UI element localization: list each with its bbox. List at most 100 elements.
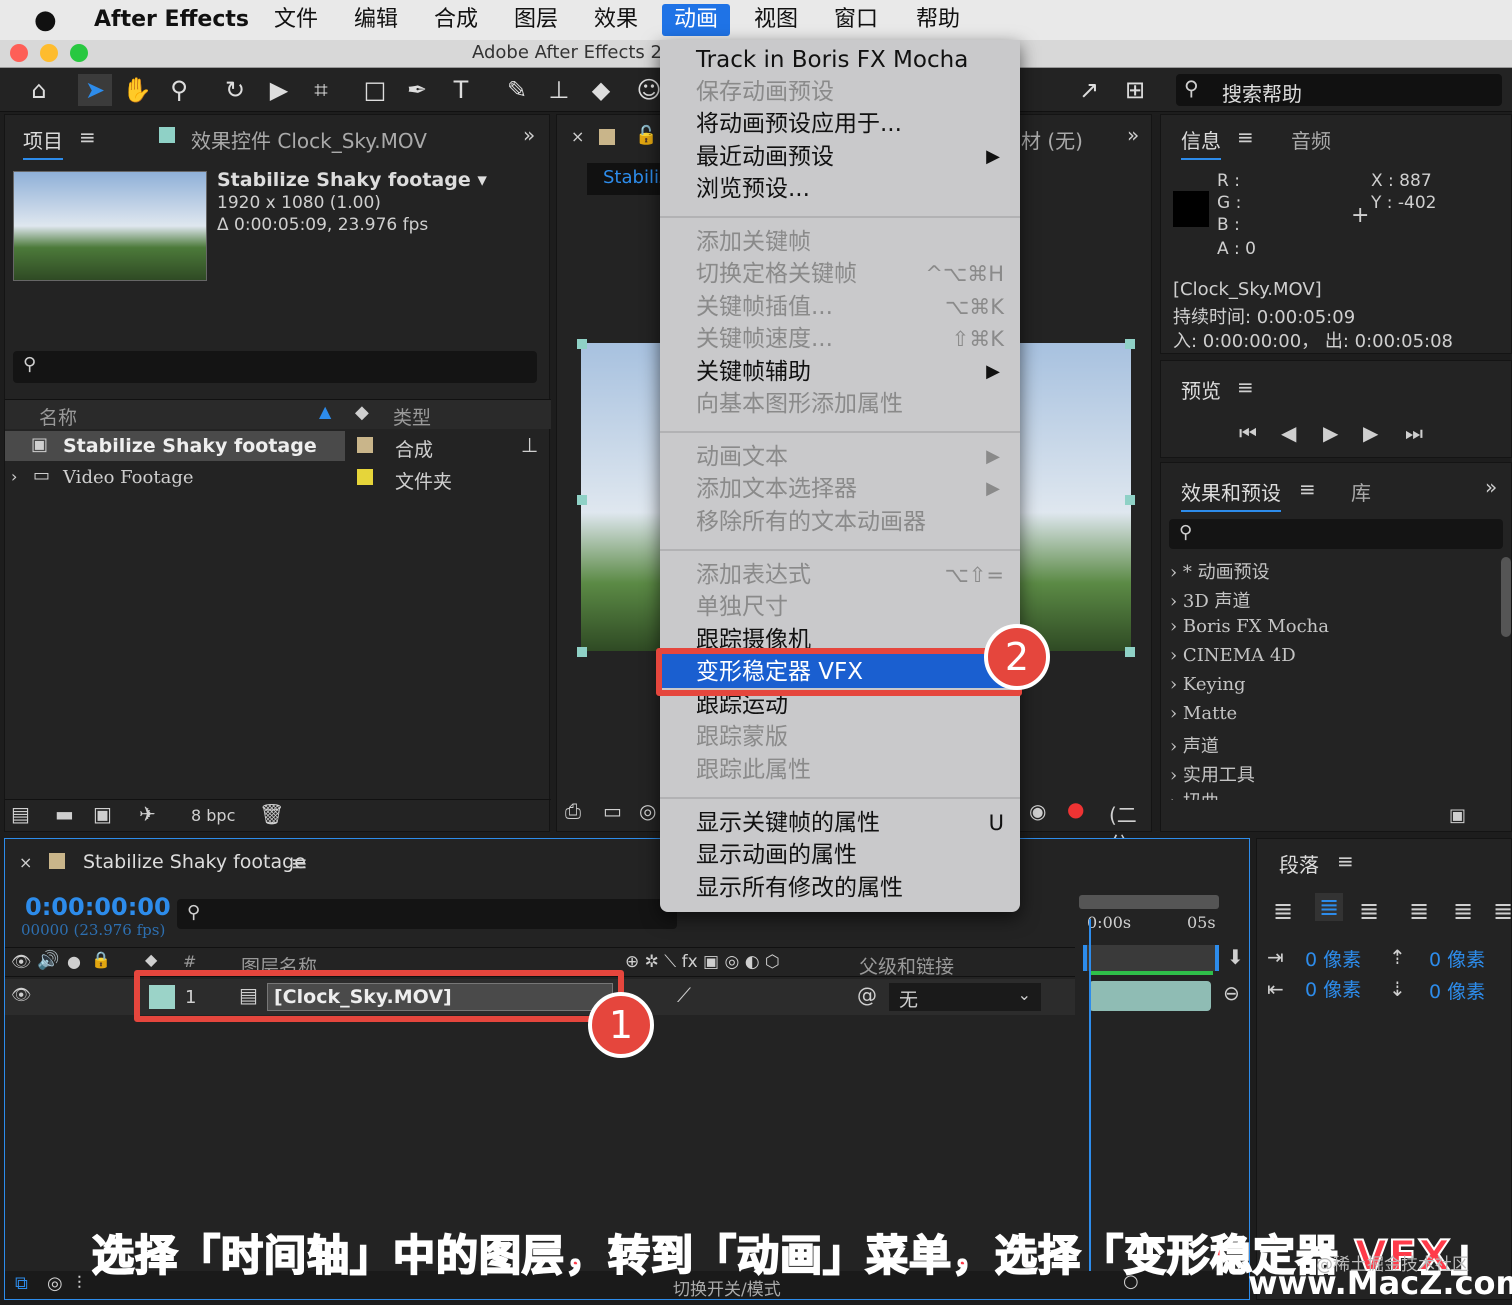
effects-item[interactable]: › 声道 [1170, 732, 1219, 758]
quality-icon[interactable]: ⟋ [677, 983, 691, 1007]
scrollbar[interactable] [1501, 557, 1511, 637]
solo-icon[interactable]: ● [67, 952, 81, 971]
audio-icon[interactable]: 🔊 [37, 950, 59, 971]
home-icon[interactable]: ⌂ [22, 74, 56, 106]
project-item-folder[interactable]: › ▭ Video Footage 文件夹 [5, 463, 525, 493]
tab-effects-presets[interactable]: 效果和预设 [1181, 477, 1281, 512]
panel-menu-icon[interactable]: ≡ [1299, 477, 1316, 501]
menu-view[interactable]: 视图 [742, 4, 810, 36]
effects-search-input[interactable]: ⚲ [1169, 519, 1503, 549]
align-right-icon[interactable]: ≣ [1359, 897, 1379, 925]
col-name[interactable]: 名称 [39, 403, 77, 430]
play-icon[interactable]: ▶ [1323, 421, 1338, 445]
panel-menu-icon[interactable]: ≡ [79, 125, 96, 149]
hand-tool-icon[interactable]: ✋ [120, 74, 154, 106]
col-type[interactable]: 类型 [393, 403, 431, 430]
zoom-window-button[interactable] [70, 44, 88, 62]
menu-file[interactable]: 文件 [262, 4, 330, 36]
space-before-value[interactable]: 0 像素 [1429, 945, 1485, 972]
effects-item[interactable]: › Matte [1170, 703, 1237, 724]
col-parent[interactable]: 父级和链接 [859, 952, 954, 979]
snapshot-icon[interactable]: ⎙ [565, 799, 581, 823]
eraser-tool-icon[interactable]: ◆ [584, 74, 618, 106]
menu-window[interactable]: 窗口 [822, 4, 890, 36]
menu-item-2[interactable]: 将动画预设应用于... [696, 108, 902, 140]
monitor-icon[interactable]: ▭ [603, 799, 622, 823]
tab-project[interactable]: 项目 [23, 125, 63, 160]
transform-handle[interactable] [577, 495, 587, 505]
frame-blend-icon[interactable]: ⫶ [77, 1273, 82, 1294]
effects-item[interactable]: › Keying [1170, 674, 1246, 695]
eye-icon[interactable]: 👁 [11, 985, 31, 1004]
type-tool-icon[interactable]: T [444, 74, 478, 106]
last-frame-icon[interactable]: ⏭ [1405, 421, 1423, 445]
expand-panels-icon[interactable]: » [1485, 475, 1497, 499]
new-bin-icon[interactable]: ▣ [1449, 805, 1466, 826]
next-frame-icon[interactable]: ▶ [1363, 421, 1378, 445]
menu-item-0[interactable]: Track in Boris FX Mocha [696, 44, 968, 76]
align-left-icon[interactable]: ≣ [1273, 897, 1293, 925]
project-item-comp[interactable]: ▣ Stabilize Shaky footage [5, 431, 345, 461]
menu-item-4[interactable]: 浏览预设... [696, 173, 810, 205]
new-comp-icon[interactable]: ▣ [93, 802, 112, 826]
minimize-window-button[interactable] [40, 44, 58, 62]
indent-right-value[interactable]: 0 像素 [1305, 975, 1361, 1002]
snap-icon[interactable]: ↗ [1072, 74, 1106, 106]
selection-tool-icon[interactable]: ➤ [78, 74, 112, 106]
effects-item[interactable]: › 扭曲 [1170, 788, 1219, 800]
tab-paragraph[interactable]: 段落 [1279, 849, 1319, 878]
viewer-comp-tab[interactable]: Stabiliz [587, 163, 668, 195]
justify-all-icon[interactable]: ≣ [1493, 897, 1512, 925]
first-frame-icon[interactable]: ⏮ [1239, 421, 1257, 445]
expand-panels-icon[interactable]: » [1127, 123, 1139, 147]
pan-behind-tool-icon[interactable]: ⌗ [304, 74, 338, 106]
tab-audio[interactable]: 音频 [1291, 125, 1331, 154]
effects-item[interactable]: › * 动画预设 [1170, 558, 1270, 584]
camera-tool-icon[interactable]: ▶ [262, 74, 296, 106]
close-tab-icon[interactable]: × [19, 853, 32, 872]
apple-icon[interactable]: ● [22, 4, 69, 36]
expand-panels-icon[interactable]: » [523, 123, 535, 147]
timeline-search-input[interactable]: ⚲ [177, 899, 677, 929]
brush-tool-icon[interactable]: ✎ [500, 74, 534, 106]
comp-marker-icon[interactable]: ⬇ [1227, 945, 1244, 969]
transform-handle[interactable] [577, 339, 587, 349]
tab-timeline-comp[interactable]: Stabilize Shaky footage [83, 851, 306, 873]
workspace-icon[interactable]: ⊞ [1118, 74, 1152, 106]
menu-item-23[interactable]: 显示所有修改的属性 [696, 872, 903, 904]
justify-center-icon[interactable]: ≣ [1453, 897, 1473, 925]
bpc-button[interactable]: 8 bpc [191, 806, 235, 825]
help-search[interactable]: ⚲ 搜索帮助 [1176, 74, 1502, 106]
effects-item[interactable]: › Boris FX Mocha [1170, 616, 1329, 637]
transform-handle[interactable] [577, 647, 587, 657]
eye-icon[interactable]: 👁 [11, 952, 31, 971]
parent-select[interactable]: 无 ⌄ [889, 983, 1041, 1011]
transform-handle[interactable] [1125, 647, 1135, 657]
effects-item[interactable]: › 实用工具 [1170, 761, 1255, 787]
app-menu[interactable]: After Effects [82, 4, 261, 36]
menu-item-3[interactable]: 最近动画预设 [696, 141, 834, 173]
mask-icon[interactable]: ◎ [639, 799, 656, 823]
close-window-button[interactable] [10, 44, 28, 62]
interpret-footage-icon[interactable]: ▤ [11, 802, 30, 826]
panel-menu-icon[interactable]: ≡ [291, 851, 308, 875]
channel-icon[interactable]: ◉ [1029, 799, 1046, 823]
current-time[interactable]: 0:00:00:00 [25, 893, 171, 921]
pick-whip-icon[interactable]: @ [857, 983, 877, 1007]
comp-button-icon[interactable]: ⧉ [15, 1273, 28, 1294]
layer-bar[interactable] [1089, 981, 1211, 1011]
graph-editor-icon[interactable]: ◎ [47, 1273, 63, 1294]
trash-icon[interactable]: 🗑 [259, 802, 284, 826]
menu-composition[interactable]: 合成 [422, 4, 490, 36]
tab-effect-controls[interactable]: 效果控件 Clock_Sky.MOV [191, 125, 427, 154]
timeline-navigator[interactable] [1083, 945, 1219, 971]
new-folder-icon[interactable]: ▬ [55, 802, 74, 826]
prev-frame-icon[interactable]: ◀ [1281, 421, 1296, 445]
menu-animation[interactable]: 动画 [662, 4, 731, 36]
effects-item[interactable]: › CINEMA 4D [1170, 645, 1296, 666]
clone-stamp-tool-icon[interactable]: ⊥ [542, 74, 576, 106]
effects-item[interactable]: › 3D 声道 [1170, 587, 1251, 613]
indent-left-value[interactable]: 0 像素 [1305, 945, 1361, 972]
menu-layer[interactable]: 图层 [502, 4, 570, 36]
panel-menu-icon[interactable]: ≡ [1237, 125, 1254, 149]
